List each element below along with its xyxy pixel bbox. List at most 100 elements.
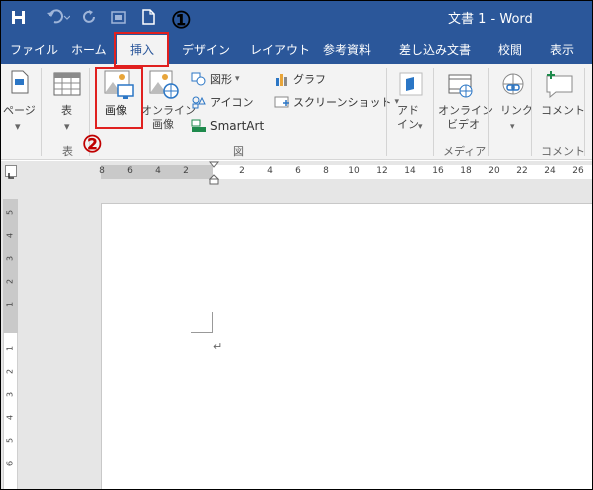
vertical-ruler-number: 4 [5, 232, 15, 239]
icons-label: アイコン [210, 96, 254, 109]
ruler-number: 10 [348, 166, 360, 176]
vertical-ruler-number: 4 [5, 414, 15, 421]
divider [531, 68, 532, 156]
ruler-number: 2 [239, 166, 245, 176]
divider [584, 68, 585, 156]
online-pictures-label-line2[interactable]: 画像 [152, 118, 174, 132]
group-comments-label: コメント [541, 145, 585, 158]
ruler-number: 8 [99, 166, 105, 176]
document-title: 文書 1 - Word [448, 12, 533, 27]
table-icon [53, 72, 81, 100]
divider [488, 68, 489, 156]
table-button[interactable]: 表 [61, 104, 72, 118]
smartart-icon [191, 119, 206, 132]
ruler-number: 8 [323, 166, 329, 176]
divider [41, 68, 42, 156]
vertical-ruler-number: 5 [5, 437, 15, 444]
insert-tab-highlight [114, 32, 169, 67]
online-pictures-label-line1[interactable]: オンライン [141, 104, 196, 118]
divider [386, 68, 387, 156]
ruler-number: 6 [127, 166, 133, 176]
smartart-button[interactable]: SmartArt [191, 117, 264, 135]
vertical-ruler-margin [3, 199, 18, 333]
word-window: ① 文書 1 - Word ファイル ホーム 挿入 デザイン レイアウト 参考資… [0, 0, 593, 490]
online-video-icon [448, 72, 474, 102]
ruler-number: 4 [267, 166, 273, 176]
ruler-number: 12 [376, 166, 388, 176]
icons-icon [192, 96, 206, 109]
new-document-icon[interactable] [139, 7, 157, 27]
pictures-button-highlight [95, 67, 143, 129]
addins-label-line1[interactable]: アド [397, 104, 419, 118]
screenshot-button[interactable]: スクリーンショット ▾ [274, 93, 399, 111]
vertical-ruler-number: 2 [5, 278, 15, 285]
tab-home[interactable]: ホーム [71, 41, 107, 58]
pages-icon [11, 70, 29, 98]
vertical-ruler-number: 3 [5, 391, 15, 398]
online-video-label-line1[interactable]: オンライン [438, 104, 493, 118]
pages-dropdown-icon[interactable]: ▾ [15, 120, 21, 134]
shapes-button[interactable]: 図形 ▾ [191, 70, 240, 88]
ruler-number: 2 [183, 166, 189, 176]
tab-mailings[interactable]: 差し込み文書 [399, 41, 471, 58]
group-media-label: メディア [443, 145, 487, 158]
tab-review[interactable]: 校閲 [498, 41, 522, 58]
tab-design[interactable]: デザイン [182, 41, 230, 58]
ruler-number: 4 [155, 166, 161, 176]
tab-references[interactable]: 参考資料 [323, 41, 371, 58]
shapes-label: 図形 [210, 73, 232, 86]
links-dropdown-icon[interactable]: ▾ [510, 120, 515, 134]
screenshot-label: スクリーンショット [293, 96, 392, 109]
ruler-number: 22 [516, 166, 528, 176]
icons-button[interactable]: アイコン [191, 93, 253, 111]
tab-selector-icon[interactable] [5, 165, 17, 179]
divider [433, 68, 434, 156]
vertical-ruler-number: 5 [5, 209, 15, 216]
shapes-dropdown-icon: ▾ [235, 74, 240, 84]
addins-dropdown-icon[interactable]: ▾ [418, 120, 423, 134]
ruler-number: 26 [572, 166, 584, 176]
ruler-number: 18 [460, 166, 472, 176]
touch-mode-icon[interactable] [109, 7, 127, 27]
document-page[interactable] [101, 203, 592, 489]
title-bar: ① 文書 1 - Word [1, 1, 592, 34]
table-dropdown-icon[interactable]: ▾ [64, 120, 70, 134]
vertical-ruler-number: 1 [5, 301, 15, 308]
link-icon [501, 72, 525, 100]
step-1-marker: ① [171, 7, 192, 34]
smartart-label: SmartArt [210, 119, 265, 133]
vertical-ruler-number: 6 [5, 460, 15, 467]
chart-button[interactable]: グラフ [274, 70, 326, 88]
ruler-number: 6 [295, 166, 301, 176]
ruler-number: 20 [488, 166, 500, 176]
screenshot-icon [274, 96, 289, 108]
pages-button[interactable]: ページ [3, 104, 36, 118]
tab-layout[interactable]: レイアウト [250, 41, 310, 58]
horizontal-ruler[interactable]: 8 6 4 2 2 4 6 8 10 12 14 16 18 20 22 24 … [1, 161, 592, 185]
save-icon[interactable] [9, 7, 27, 27]
vertical-ruler-number: 3 [5, 255, 15, 262]
ruler-number: 14 [404, 166, 416, 176]
undo-icon[interactable] [45, 7, 71, 27]
vertical-ruler-number: 1 [5, 345, 15, 352]
tab-file[interactable]: ファイル [10, 41, 58, 58]
group-illustrations-label: 図 [233, 145, 244, 158]
links-button[interactable]: リンク [500, 104, 533, 118]
comment-icon [544, 70, 574, 102]
shapes-icon [191, 72, 206, 86]
chart-icon [276, 74, 287, 86]
chart-label: グラフ [293, 73, 326, 86]
margin-corner-mark [191, 312, 213, 333]
comment-button[interactable]: コメント [541, 104, 585, 118]
tab-view[interactable]: 表示 [550, 41, 574, 58]
ruler-number: 24 [544, 166, 556, 176]
addins-icon [399, 72, 423, 100]
group-tables-label: 表 [62, 145, 73, 158]
online-video-label-line2[interactable]: ビデオ [447, 118, 480, 132]
addins-label-line2[interactable]: イン [397, 118, 419, 132]
step-2-marker: ② [82, 131, 103, 158]
ruler-number: 16 [432, 166, 444, 176]
ribbon-tabs: ファイル ホーム 挿入 デザイン レイアウト 参考資料 差し込み文書 校閲 表示 [1, 33, 592, 64]
paragraph-mark: ↵ [213, 340, 223, 353]
redo-icon[interactable] [81, 7, 99, 27]
